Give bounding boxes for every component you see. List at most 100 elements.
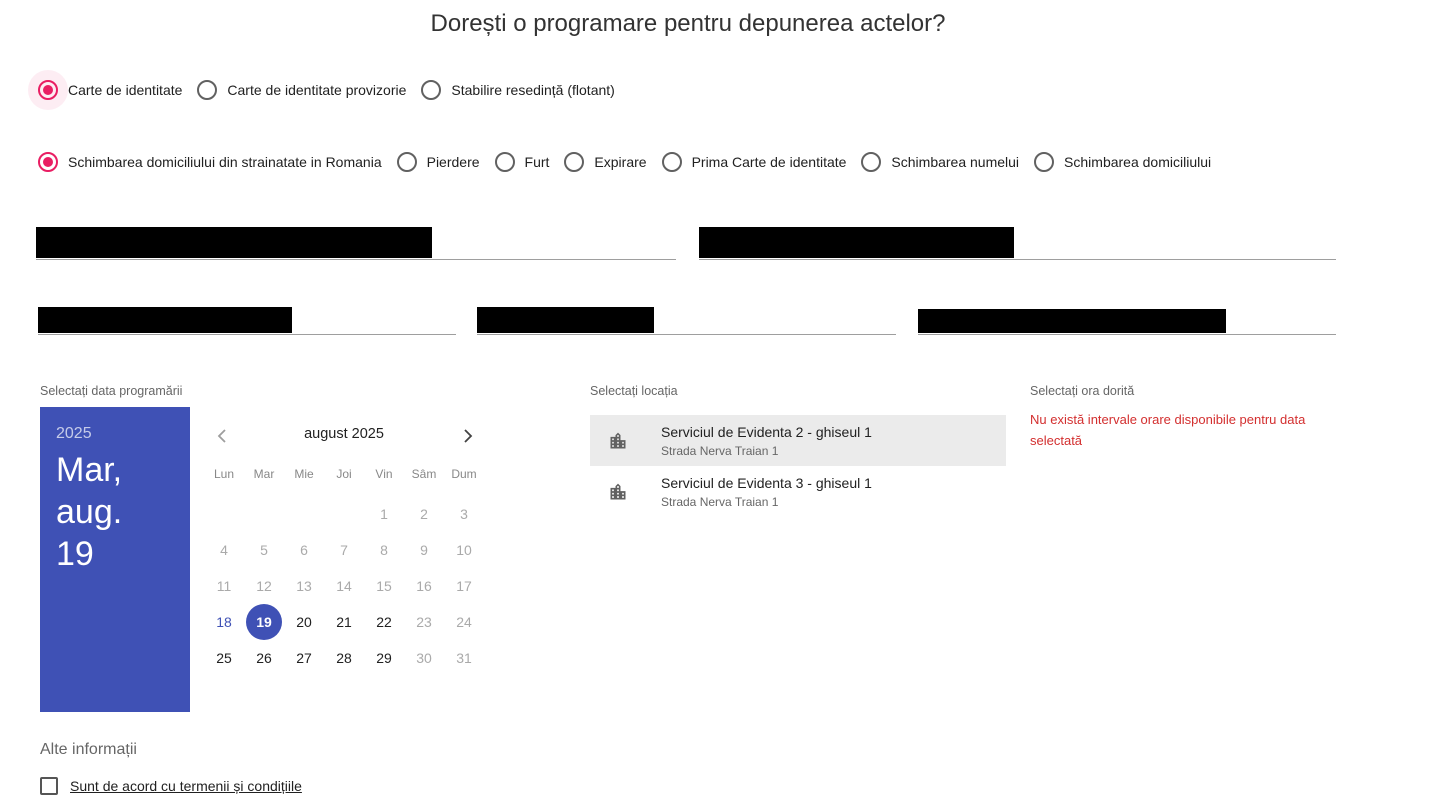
radio-reason-pierdere[interactable]: Pierdere <box>396 152 480 172</box>
other-info-heading: Alte informații <box>40 741 137 758</box>
calendar-day: 3 <box>460 506 468 522</box>
text-field-2[interactable] <box>699 227 1336 260</box>
building-icon <box>610 432 626 448</box>
radio-doc-type-carte-identitate[interactable]: Carte de identitate <box>38 80 182 100</box>
calendar-weekday-row: Lun Mar Mie Joi Vin Sâm Dum <box>204 460 484 488</box>
radio-button-icon[interactable] <box>861 152 882 172</box>
date-section-label: Selectați data programării <box>40 384 183 398</box>
text-field-3[interactable] <box>38 307 456 335</box>
terms-link[interactable]: Sunt de acord cu termenii și condițiile <box>70 778 302 794</box>
redacted-value <box>36 227 432 258</box>
location-text: Serviciul de Evidenta 2 - ghiseul 1 Stra… <box>661 424 872 458</box>
radio-label: Schimbarea domiciliului din strainatate … <box>68 154 382 170</box>
calendar-day: 4 <box>220 542 228 558</box>
calendar-day: 2 <box>420 506 428 522</box>
radio-label: Prima Carte de identitate <box>691 154 847 170</box>
weekday-label: Dum <box>451 467 477 481</box>
radio-button-icon[interactable] <box>421 80 442 100</box>
radio-button-icon[interactable] <box>197 80 218 100</box>
location-list: Serviciul de Evidenta 2 - ghiseul 1 Stra… <box>590 415 1006 517</box>
calendar-year[interactable]: 2025 <box>56 425 174 443</box>
location-item[interactable]: Serviciul de Evidenta 2 - ghiseul 1 Stra… <box>590 415 1006 466</box>
calendar-day: 10 <box>456 542 472 558</box>
location-address: Strada Nerva Traian 1 <box>661 494 779 509</box>
calendar-day: 23 <box>416 614 432 630</box>
text-field-1[interactable] <box>36 227 676 260</box>
calendar-day-today: 18 <box>216 614 232 630</box>
terms-checkbox[interactable] <box>40 777 58 795</box>
radio-reason-prima-carte[interactable]: Prima Carte de identitate <box>661 152 847 172</box>
calendar-day: 1 <box>380 506 388 522</box>
radio-label: Carte de identitate provizorie <box>227 82 407 98</box>
calendar-day: 14 <box>336 578 352 594</box>
weekday-label: Vin <box>375 467 393 481</box>
calendar-week: 1 2 3 <box>204 496 484 532</box>
calendar-day-empty <box>204 496 244 532</box>
radio-label: Stabilire resedință (flotant) <box>451 82 615 98</box>
time-section-label: Selectați ora dorită <box>1030 384 1135 398</box>
calendar-day: 7 <box>340 542 348 558</box>
calendar-day[interactable]: 26 <box>244 640 284 676</box>
weekday-label: Lun <box>213 467 235 481</box>
location-text: Serviciul de Evidenta 3 - ghiseul 1 Stra… <box>661 475 872 509</box>
calendar-day: 24 <box>456 614 472 630</box>
chevron-right-icon[interactable] <box>456 424 480 448</box>
calendar-day: 13 <box>296 578 312 594</box>
radio-button-icon[interactable] <box>564 152 585 172</box>
terms-checkbox-row[interactable]: Sunt de acord cu termenii și condițiile <box>40 777 302 795</box>
radio-button-icon[interactable] <box>38 152 58 172</box>
radio-label: Furt <box>524 154 550 170</box>
calendar-day-empty <box>244 496 284 532</box>
redacted-value <box>918 309 1226 333</box>
calendar-day: 12 <box>256 578 272 594</box>
calendar-selected-date: Mar, aug. 19 <box>56 451 123 573</box>
calendar-week: 25 26 27 28 29 30 31 <box>204 640 484 676</box>
radio-reason-furt[interactable]: Furt <box>494 152 550 172</box>
radio-label: Pierdere <box>426 154 480 170</box>
radio-doc-type-carte-provizorie[interactable]: Carte de identitate provizorie <box>197 80 406 100</box>
doc-type-radio-group: Carte de identitate Carte de identitate … <box>38 80 630 100</box>
calendar-day: 16 <box>416 578 432 594</box>
calendar-day: 9 <box>420 542 428 558</box>
calendar-day[interactable]: 27 <box>284 640 324 676</box>
redacted-value <box>477 307 654 333</box>
radio-label: Carte de identitate <box>68 82 183 98</box>
redacted-value <box>699 227 1014 258</box>
calendar-day: 6 <box>300 542 308 558</box>
calendar-day[interactable]: 25 <box>204 640 244 676</box>
calendar-week: 11 12 13 14 15 16 17 <box>204 568 484 604</box>
radio-label: Schimbarea domiciliului <box>1064 154 1212 170</box>
radio-reason-schimbarea-numelui[interactable]: Schimbarea numelui <box>861 152 1019 172</box>
text-field-5[interactable] <box>918 309 1336 335</box>
calendar-day: 8 <box>380 542 388 558</box>
reason-radio-group: Schimbarea domiciliului din strainatate … <box>38 152 1226 172</box>
calendar-day[interactable]: 22 <box>364 604 404 640</box>
calendar-day[interactable]: 29 <box>364 640 404 676</box>
radio-button-icon[interactable] <box>38 80 58 100</box>
location-address: Strada Nerva Traian 1 <box>661 443 779 458</box>
radio-reason-schimbarea-domiciliului[interactable]: Schimbarea domiciliului <box>1034 152 1211 172</box>
radio-reason-schimbare-strainatate[interactable]: Schimbarea domiciliului din strainatate … <box>38 152 382 172</box>
location-name: Serviciul de Evidenta 2 - ghiseul 1 <box>661 423 872 440</box>
location-item[interactable]: Serviciul de Evidenta 3 - ghiseul 1 Stra… <box>590 466 1006 517</box>
radio-doc-type-flotant[interactable]: Stabilire resedință (flotant) <box>421 80 615 100</box>
text-field-4[interactable] <box>477 307 896 335</box>
radio-button-icon[interactable] <box>494 152 515 172</box>
radio-button-icon[interactable] <box>1034 152 1055 172</box>
calendar-day: 31 <box>456 650 472 666</box>
radio-reason-expirare[interactable]: Expirare <box>564 152 647 172</box>
calendar-day-selected[interactable]: 19 <box>244 604 284 640</box>
calendar-week: 4 5 6 7 8 9 10 <box>204 532 484 568</box>
calendar-day[interactable]: 28 <box>324 640 364 676</box>
calendar-day[interactable]: 21 <box>324 604 364 640</box>
chevron-left-icon[interactable] <box>210 424 234 448</box>
calendar-day[interactable]: 20 <box>284 604 324 640</box>
calendar-day: 11 <box>216 578 232 594</box>
calendar-day-empty <box>284 496 324 532</box>
location-name: Serviciul de Evidenta 3 - ghiseul 1 <box>661 474 872 491</box>
radio-button-icon[interactable] <box>661 152 682 172</box>
radio-button-icon[interactable] <box>396 152 417 172</box>
selected-day-number[interactable]: 19 <box>246 604 282 640</box>
calendar-week: 18 19 20 21 22 23 24 <box>204 604 484 640</box>
calendar-selected-date-panel: 2025 Mar, aug. 19 <box>40 407 190 712</box>
